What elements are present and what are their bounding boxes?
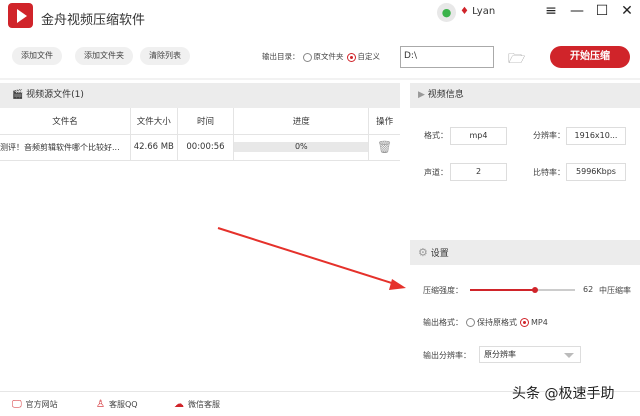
website-link[interactable]: 🖵 官方网站 (12, 399, 58, 410)
red-arrow-annotation (217, 227, 406, 290)
qq-label: 客服QQ (108, 400, 138, 409)
qq-link[interactable]: ♙ 客服QQ (96, 399, 138, 410)
monitor-icon: 🖵 (12, 399, 22, 410)
wechat-label: 微信客服 (188, 400, 220, 409)
watermark: 头条 @极速手助 (512, 386, 615, 402)
wechat-link[interactable]: ☁ 微信客服 (174, 399, 220, 410)
qq-icon: ♙ (96, 399, 105, 410)
wechat-icon: ☁ (174, 399, 184, 410)
website-label: 官方网站 (25, 400, 58, 409)
